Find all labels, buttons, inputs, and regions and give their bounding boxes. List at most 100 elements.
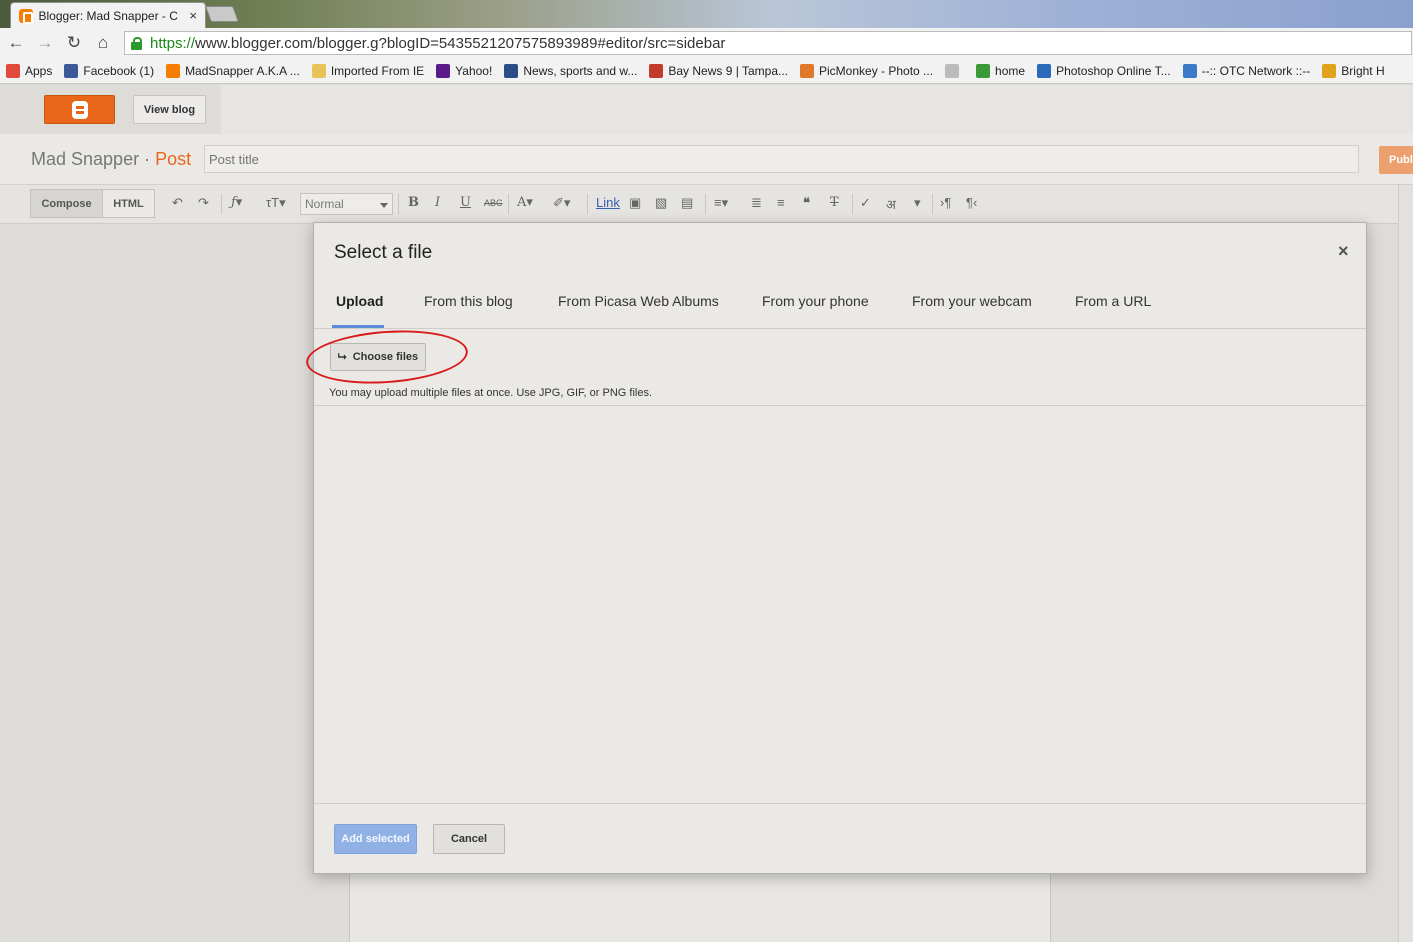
insert-jump-break-icon[interactable]: ▤: [681, 195, 693, 211]
html-mode-tab[interactable]: HTML: [102, 189, 155, 218]
close-icon[interactable]: ×: [1338, 241, 1349, 262]
bookmark-label: --:: OTC Network ::--: [1201, 63, 1311, 78]
otc-icon: [1182, 63, 1197, 78]
choose-files-button[interactable]: ⮡ Choose files: [330, 343, 426, 371]
toolbar-separator: [398, 194, 399, 214]
toolbar-separator: [852, 194, 853, 214]
numbered-list-icon[interactable]: ≣: [751, 195, 762, 211]
select-file-dialog: Select a file × Upload From this blog Fr…: [304, 222, 1367, 874]
toolbar-separator: [705, 194, 706, 214]
quote-icon[interactable]: ❝: [803, 195, 810, 211]
italic-icon[interactable]: I: [435, 195, 440, 210]
blogger-logo-button[interactable]: [44, 95, 115, 124]
file-drop-area: [314, 406, 1366, 804]
tab-from-phone[interactable]: From your phone: [762, 293, 869, 309]
insert-link-button[interactable]: Link: [596, 195, 620, 210]
paragraph-format-select[interactable]: Normal: [300, 193, 393, 215]
blogger-favicon-icon: [19, 8, 33, 24]
picmonkey-icon: [800, 63, 814, 78]
bookmark-label: Bright H: [1341, 63, 1385, 78]
new-tab-button[interactable]: [205, 6, 239, 22]
view-blog-button[interactable]: View blog: [133, 95, 206, 124]
url-protocol: https://: [150, 34, 196, 52]
redo-icon[interactable]: ↷: [198, 195, 209, 211]
add-selected-button[interactable]: Add selected: [334, 824, 417, 854]
format-select-value: Normal: [305, 197, 344, 211]
bookmark-item[interactable]: Apps: [6, 63, 52, 78]
undo-icon[interactable]: ↶: [172, 195, 183, 211]
url-path: www.blogger.com/blogger.g?blogID=5435521…: [195, 34, 726, 52]
secure-lock-icon: [131, 36, 142, 50]
blogger-header: View blog: [0, 85, 1413, 134]
address-bar[interactable]: https://www.blogger.com/blogger.g?blogID…: [124, 31, 1412, 55]
rtl-direction-icon[interactable]: ¶‹: [966, 195, 977, 210]
post-title-bar: Mad Snapper · Post Publ: [0, 134, 1413, 185]
bulleted-list-icon[interactable]: ≡: [777, 195, 785, 210]
bookmark-label: Imported From IE: [330, 63, 425, 78]
compose-mode-tab[interactable]: Compose: [30, 189, 103, 218]
input-tools-dropdown-icon[interactable]: ▾: [914, 195, 921, 211]
bh-icon: [504, 63, 519, 78]
tab-close-icon[interactable]: ×: [189, 8, 197, 23]
bright-icon: [1322, 63, 1337, 78]
post-settings-sidebar: [1398, 185, 1413, 942]
input-tools-icon[interactable]: अ: [886, 195, 896, 213]
bookmark-item[interactable]: Bright H: [1322, 63, 1385, 78]
font-size-icon[interactable]: τT▾: [266, 195, 286, 211]
bookmark-item[interactable]: MadSnapper A.K.A ...: [166, 63, 300, 78]
strikethrough-icon[interactable]: ABC: [484, 198, 503, 208]
toolbar-separator: [587, 194, 588, 214]
bookmark-item[interactable]: Imported From IE: [311, 63, 425, 78]
bookmark-label: PicMonkey - Photo ...: [819, 63, 934, 78]
tab-upload[interactable]: Upload: [336, 293, 383, 309]
bookmark-item[interactable]: Bay News 9 | Tampa...: [649, 63, 788, 78]
bold-icon[interactable]: B: [408, 195, 419, 210]
insert-image-icon[interactable]: ▣: [629, 195, 641, 211]
home-icon[interactable]: ⌂: [90, 30, 116, 56]
insert-video-icon[interactable]: ▧: [655, 195, 667, 211]
tab-from-url[interactable]: From a URL: [1075, 293, 1151, 309]
ltr-direction-icon[interactable]: ›¶: [940, 195, 951, 210]
bookmark-item[interactable]: Photoshop Online T...: [1037, 63, 1171, 78]
bookmark-item[interactable]: [945, 63, 964, 78]
choose-files-label: Choose files: [352, 351, 419, 363]
blogger-b-icon: [71, 100, 88, 119]
underline-icon[interactable]: U: [460, 195, 471, 210]
home-diamond-icon: [976, 63, 991, 78]
reload-icon[interactable]: ↻: [61, 30, 87, 56]
tab-from-webcam[interactable]: From your webcam: [912, 293, 1032, 309]
upload-hint: You may upload multiple files at once. U…: [329, 387, 653, 399]
upload-icon: ⮡: [337, 350, 347, 363]
bookmarks-bar: Apps Facebook (1) MadSnapper A.K.A ... Impo…: [0, 58, 1413, 84]
tab-from-this-blog[interactable]: From this blog: [424, 293, 513, 309]
publish-button[interactable]: Publ: [1379, 146, 1413, 174]
browser-toolbar: ← → ↻ ⌂ https://www.blogger.com/blogger.…: [0, 28, 1413, 58]
bookmark-item[interactable]: News, sports and w...: [504, 63, 637, 78]
bookmark-item[interactable]: --:: OTC Network ::--: [1182, 63, 1311, 78]
alignment-icon[interactable]: ≡▾: [714, 195, 728, 211]
tab-from-picasa[interactable]: From Picasa Web Albums: [558, 293, 719, 309]
tab-title: Blogger: Mad Snapper - C: [38, 8, 178, 23]
blog-name[interactable]: Mad Snapper: [31, 149, 139, 169]
bookmark-label: MadSnapper A.K.A ...: [185, 63, 300, 78]
bookmark-item[interactable]: home: [976, 63, 1025, 78]
apps-grid-icon: [6, 63, 20, 78]
cancel-button[interactable]: Cancel: [433, 824, 505, 854]
font-family-icon[interactable]: ƒ▾: [231, 195, 242, 210]
bookmark-item[interactable]: PicMonkey - Photo ...: [800, 63, 934, 78]
bookmark-label: Bay News 9 | Tampa...: [668, 63, 788, 78]
toolbar-separator: [221, 194, 222, 214]
blogger-icon: [166, 63, 181, 78]
back-icon[interactable]: ←: [3, 30, 29, 56]
remove-formatting-icon[interactable]: T: [830, 195, 839, 210]
breadcrumb-separator: ·: [144, 149, 151, 169]
text-color-icon[interactable]: A▾: [517, 195, 533, 210]
bookmark-item[interactable]: Facebook (1): [64, 63, 154, 78]
spellcheck-icon[interactable]: ✓: [860, 195, 871, 211]
forward-icon[interactable]: →: [32, 30, 58, 56]
photoshop-icon: [1037, 63, 1052, 78]
post-title-input[interactable]: [204, 145, 1359, 173]
browser-tab[interactable]: Blogger: Mad Snapper - C ×: [10, 2, 206, 28]
bookmark-item[interactable]: Yahoo!: [436, 63, 492, 78]
highlight-color-icon[interactable]: ✐▾: [553, 195, 570, 211]
